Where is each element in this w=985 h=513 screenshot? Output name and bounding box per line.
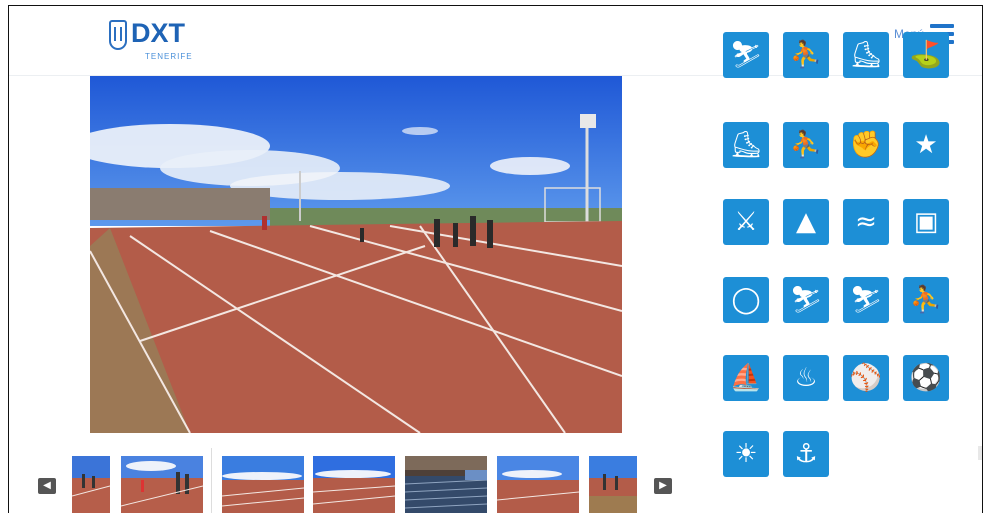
volleyball-icon: ⚽ [903,355,949,401]
swimming-icon: ≈ [843,199,889,245]
sport-item[interactable]: ⛷ [837,277,895,329]
sport-item[interactable]: ⛸ [837,32,895,84]
fencing-icon: ⚔ [723,199,769,245]
dxt-logo[interactable]: DXT TENERIFE [109,18,192,66]
chevron-left-icon: ◀ [43,480,51,491]
sport-icon: ⛸ [843,32,889,78]
rugby-icon: ⛹ [903,277,949,323]
sport-item[interactable]: ⛹ [777,122,835,174]
chevron-right-icon: ▶ [659,480,667,491]
table-icon: ▣ [903,199,949,245]
thumbnail[interactable] [405,456,487,513]
logo-subtitle: TENERIFE [145,52,193,61]
sport-item[interactable]: ☀ [717,431,775,483]
sport-item[interactable]: ⚽ [897,355,955,407]
climbing-icon: ▲ [783,199,829,245]
sport-icon: ⛹ [783,32,829,78]
logo-text: DXT [131,18,185,48]
sport-item[interactable]: ⛷ [777,277,835,329]
thumbnail[interactable] [497,456,579,513]
prev-thumbnail-button[interactable]: ◀ [38,478,56,494]
running-icon: ⛹ [783,122,829,168]
sport-icon: ⛷ [723,32,769,78]
thumbnail[interactable] [72,456,110,513]
page-frame: DXT TENERIFE Menú [8,5,983,513]
sport-item[interactable]: ⚓ [777,431,835,483]
sport-item[interactable]: ⛷ [717,32,775,84]
cycling-icon: ⛸ [723,122,769,168]
sport-icon: ⛳ [903,32,949,78]
scroll-edge[interactable] [978,446,982,460]
sport-item[interactable]: ◯ [717,277,775,329]
sailing-icon: ⛵ [723,355,769,401]
main-photo[interactable] [90,76,622,433]
sport-item[interactable]: ⛹ [777,32,835,84]
next-thumbnail-button[interactable]: ▶ [654,478,672,494]
sport-item[interactable]: ⛹ [897,277,955,329]
thumbnail[interactable] [121,456,203,513]
water-sport-icon: ⚓ [783,431,829,477]
thumbnail-strip: ◀ ▶ [9,448,689,513]
tennis-icon: ⚾ [843,355,889,401]
island-emblem-icon [109,20,127,50]
sport-item[interactable]: ⚔ [717,199,775,251]
skating-icon: ⛷ [843,277,889,323]
martial-arts-icon: ✊ [843,122,889,168]
sport-item[interactable]: ⛳ [897,32,955,84]
sport-item[interactable]: ★ [897,122,955,174]
skating-icon: ⛷ [783,277,829,323]
stadium-track-photo [90,76,622,433]
thumbnail[interactable] [589,456,637,513]
sport-item[interactable]: ⛵ [717,355,775,407]
thumbnail[interactable] [313,456,395,513]
sport-item[interactable]: ✊ [837,122,895,174]
orienteering-icon: ◯ [723,277,769,323]
sports-grid: ⛷ ⛹ ⛸ ⛳ ⛸ ⛹ ✊ ★ ⚔ ▲ ≈ ▣ ◯ ⛷ ⛷ ⛹ ⛵ ♨ ⚾ ⚽ … [717,32,957,513]
sport-item[interactable]: ⛸ [717,122,775,174]
thumbnail[interactable] [222,456,304,513]
sport-item[interactable]: ≈ [837,199,895,251]
gymnastics-icon: ★ [903,122,949,168]
dance-icon: ♨ [783,355,829,401]
sport-item[interactable]: ▲ [777,199,835,251]
beach-volleyball-icon: ☀ [723,431,769,477]
sport-item[interactable]: ♨ [777,355,835,407]
sport-item[interactable]: ▣ [897,199,955,251]
sport-item[interactable]: ⚾ [837,355,895,407]
divider [211,448,212,513]
